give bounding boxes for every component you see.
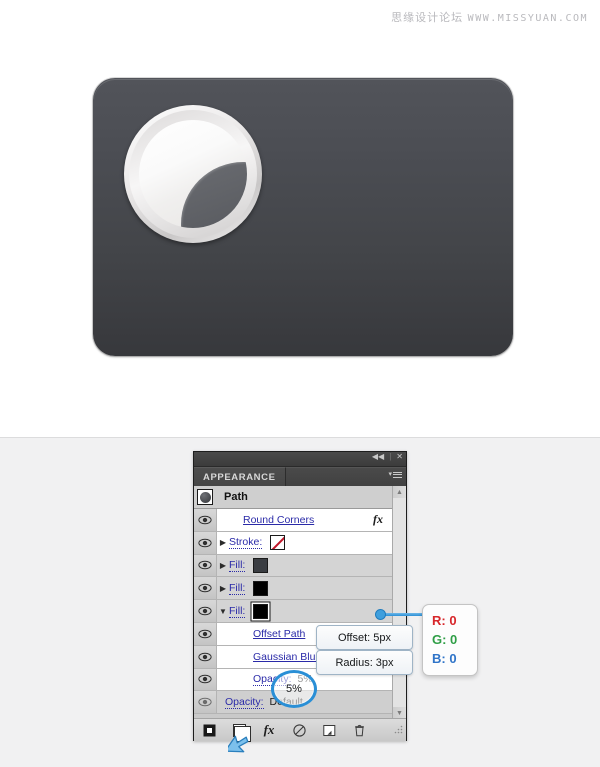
visibility-toggle-fill-2[interactable] xyxy=(194,577,217,600)
hamburger-icon xyxy=(393,471,402,478)
row-label-fill-3[interactable]: Fill: xyxy=(229,605,246,618)
path-thumbnail-icon xyxy=(197,489,213,505)
eye-icon xyxy=(198,515,212,525)
visibility-toggle-offset-path[interactable] xyxy=(194,622,217,645)
row-label-round-corners[interactable]: Round Corners xyxy=(243,514,314,526)
visibility-toggle-stroke[interactable] xyxy=(194,531,217,554)
disclosure-triangle-stroke[interactable]: ▶ xyxy=(217,538,229,547)
visibility-toggle-round-corners[interactable] xyxy=(194,509,217,531)
close-icon[interactable]: ✕ xyxy=(396,453,403,461)
row-label-stroke[interactable]: Stroke: xyxy=(229,536,263,550)
visibility-toggle-opacity-sub[interactable] xyxy=(194,668,217,691)
fill-swatch-3[interactable] xyxy=(253,603,269,619)
eye-icon xyxy=(198,606,212,616)
eye-icon xyxy=(198,561,212,570)
opacity-highlight-circle: 5% xyxy=(271,670,317,708)
cursor-arrow-icon xyxy=(228,735,249,753)
disclosure-triangle-fill-2[interactable]: ▶ xyxy=(217,584,229,593)
visibility-toggle-fill-1[interactable] xyxy=(194,554,217,577)
scroll-up-arrow-icon[interactable]: ▲ xyxy=(393,486,406,498)
add-new-stroke-button[interactable] xyxy=(194,719,224,741)
scrollbar-track[interactable] xyxy=(393,498,406,707)
collapse-icon[interactable]: ◀◀ xyxy=(372,453,384,461)
circular-knob-graphic xyxy=(124,105,262,243)
chevron-down-icon: ▾ xyxy=(388,471,392,478)
eye-icon xyxy=(198,652,212,661)
row-label-offset-path[interactable]: Offset Path xyxy=(253,628,305,640)
rgb-blue-value: B: 0 xyxy=(432,651,457,666)
eye-icon xyxy=(198,629,212,639)
clear-appearance-button[interactable] xyxy=(284,719,314,741)
knob-outer-ring xyxy=(129,110,257,238)
rgb-red-value: R: 0 xyxy=(432,613,457,628)
visibility-toggle-fill-3[interactable] xyxy=(194,600,217,622)
disclosure-triangle-fill-1[interactable]: ▶ xyxy=(217,561,229,570)
eye-icon xyxy=(198,538,212,547)
eye-icon xyxy=(198,584,212,593)
appearance-header-row[interactable]: Path xyxy=(194,486,393,509)
filled-square-icon xyxy=(203,724,215,736)
visibility-toggle-gaussian-blur[interactable] xyxy=(194,645,217,668)
watermark: 思缘设计论坛 WWW.MISSYUAN.COM xyxy=(391,9,588,25)
panel-tab-strip: APPEARANCE ▾ xyxy=(194,467,406,486)
duplicate-icon xyxy=(322,724,335,736)
watermark-cn: 思缘设计论坛 xyxy=(391,11,464,24)
fill-swatch-2[interactable] xyxy=(253,580,269,596)
knob-inner-disc xyxy=(139,120,247,228)
disclosure-spacer: ▶ xyxy=(217,515,229,524)
delete-item-button[interactable] xyxy=(344,719,374,741)
rounded-rect-icon xyxy=(93,78,513,356)
artboard-area: 思缘设计论坛 WWW.MISSYUAN.COM xyxy=(0,0,600,437)
rgb-green-value: G: 0 xyxy=(432,632,458,647)
offset-callout: Offset: 5px xyxy=(316,625,413,650)
add-new-effect-button[interactable]: fx xyxy=(254,719,284,741)
row-round-corners[interactable]: ▶ Round Corners fx xyxy=(194,509,393,532)
duplicate-item-button[interactable] xyxy=(314,719,344,741)
panel-menu-icon[interactable]: ▾ xyxy=(388,471,402,478)
rgb-connector-endpoint xyxy=(375,609,386,620)
chrome-separator: | xyxy=(389,452,392,461)
resize-grip-icon[interactable] xyxy=(393,725,403,735)
panel-footer-toolbar: fx xyxy=(194,718,406,741)
knob-dark-quadrant xyxy=(181,162,247,228)
row-label-gaussian-blur[interactable]: Gaussian Blur xyxy=(253,651,319,663)
row-stroke[interactable]: ▶ Stroke: xyxy=(194,531,393,555)
stroke-swatch-none[interactable] xyxy=(270,535,286,551)
path-thumbnail-cell xyxy=(194,486,216,508)
watermark-url: WWW.MISSYUAN.COM xyxy=(467,13,588,24)
fx-icon[interactable]: fx xyxy=(373,512,383,527)
row-label-fill-2[interactable]: Fill: xyxy=(229,582,246,595)
disclosure-triangle-fill-3[interactable]: ▼ xyxy=(217,607,229,616)
row-fill-1[interactable]: ▶ Fill: xyxy=(194,554,393,578)
row-label-fill-1[interactable]: Fill: xyxy=(229,559,246,572)
panel-scrollbar[interactable]: ▲ ▼ xyxy=(392,486,406,719)
trash-icon xyxy=(354,724,364,736)
visibility-toggle-opacity-main[interactable] xyxy=(194,691,217,714)
row-fill-3[interactable]: ▼ Fill: xyxy=(194,600,393,623)
tab-appearance[interactable]: APPEARANCE xyxy=(194,467,286,486)
eye-icon xyxy=(198,675,212,684)
radius-callout: Radius: 3px xyxy=(316,650,413,675)
row-label-opacity-main[interactable]: Opacity: xyxy=(225,696,264,709)
fill-swatch-1[interactable] xyxy=(253,557,269,573)
row-fill-2[interactable]: ▶ Fill: xyxy=(194,577,393,601)
eye-icon xyxy=(198,698,212,707)
panel-chrome-bar: ◀◀ | ✕ xyxy=(194,452,406,467)
rgb-values-callout: R: 0 G: 0 B: 0 xyxy=(422,604,478,676)
fx-icon: fx xyxy=(263,722,275,737)
path-title: Path xyxy=(224,491,248,503)
circle-slash-icon xyxy=(292,723,306,737)
panel-workspace-area: ◀◀ | ✕ APPEARANCE ▾ Path Round Corners f… xyxy=(0,437,600,767)
